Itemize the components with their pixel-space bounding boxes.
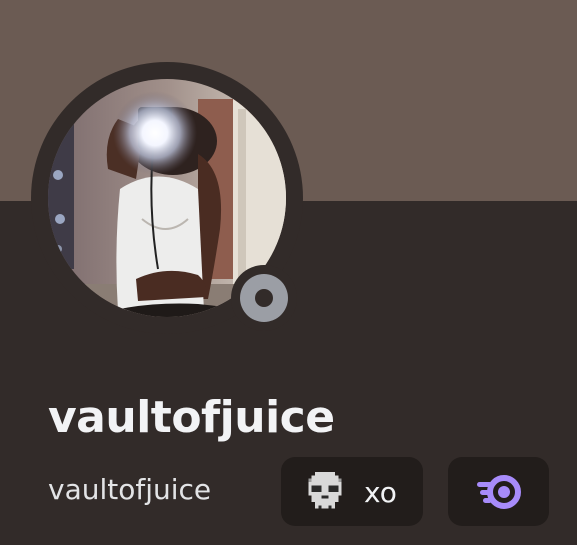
display-name: vaultofjuice bbox=[48, 392, 335, 443]
status-icon-hole bbox=[255, 289, 273, 307]
guild-tag-badge[interactable]: xo bbox=[281, 457, 423, 526]
nitro-badge[interactable] bbox=[448, 457, 549, 526]
status-indicator bbox=[231, 265, 297, 331]
username: vaultofjuice bbox=[48, 473, 212, 506]
nitro-icon bbox=[477, 475, 521, 509]
skull-icon bbox=[308, 472, 342, 509]
guild-tag-label: xo bbox=[364, 476, 397, 509]
status-offline-icon bbox=[240, 274, 288, 322]
